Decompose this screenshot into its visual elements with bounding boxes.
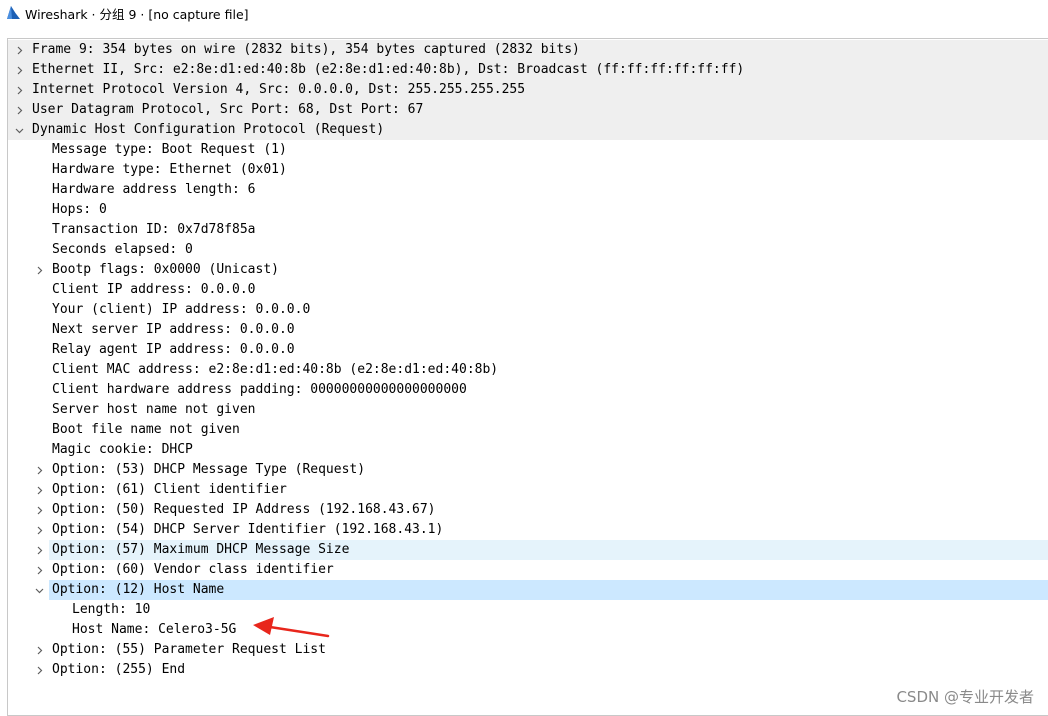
tree-item[interactable]: Client IP address: 0.0.0.0 <box>8 280 1048 300</box>
chevron-right-icon[interactable] <box>13 80 25 100</box>
chevron-right-icon[interactable] <box>33 660 45 680</box>
tree-item-label: Client MAC address: e2:8e:d1:ed:40:8b (e… <box>52 362 499 377</box>
tree-item[interactable]: Client MAC address: e2:8e:d1:ed:40:8b (e… <box>8 360 1048 380</box>
tree-item[interactable]: Client hardware address padding: 0000000… <box>8 380 1048 400</box>
window-title: Wireshark · 分组 9 · [no capture file] <box>25 7 249 22</box>
tree-item[interactable]: Dynamic Host Configuration Protocol (Req… <box>8 120 1048 140</box>
chevron-right-icon[interactable] <box>33 640 45 660</box>
tree-item[interactable]: Host Name: Celero3-5G <box>8 620 1048 640</box>
tree-item[interactable]: Option: (50) Requested IP Address (192.1… <box>8 500 1048 520</box>
chevron-right-icon[interactable] <box>33 540 45 560</box>
tree-item[interactable]: Option: (53) DHCP Message Type (Request) <box>8 460 1048 480</box>
tree-item[interactable]: Option: (255) End <box>8 660 1048 680</box>
chevron-right-icon[interactable] <box>13 40 25 60</box>
chevron-right-icon[interactable] <box>33 480 45 500</box>
chevron-right-icon[interactable] <box>33 460 45 480</box>
tree-item-label: Boot file name not given <box>52 422 240 437</box>
tree-item[interactable]: Option: (61) Client identifier <box>8 480 1048 500</box>
tree-item-label: Hardware address length: 6 <box>52 182 256 197</box>
chevron-right-icon[interactable] <box>13 60 25 80</box>
tree-item-label: Magic cookie: DHCP <box>52 442 193 457</box>
tree-item[interactable]: Transaction ID: 0x7d78f85a <box>8 220 1048 240</box>
chevron-right-icon[interactable] <box>33 500 45 520</box>
tree-item-label: Option: (54) DHCP Server Identifier (192… <box>52 522 444 537</box>
packet-details-pane[interactable]: Frame 9: 354 bytes on wire (2832 bits), … <box>7 38 1048 716</box>
tree-item-label: Client hardware address padding: 0000000… <box>52 382 467 397</box>
tree-item[interactable]: User Datagram Protocol, Src Port: 68, Ds… <box>8 100 1048 120</box>
tree-item[interactable]: Option: (60) Vendor class identifier <box>8 560 1048 580</box>
tree-item-label: Option: (50) Requested IP Address (192.1… <box>52 502 436 517</box>
tree-item-label: Hops: 0 <box>52 202 107 217</box>
tree-item[interactable]: Next server IP address: 0.0.0.0 <box>8 320 1048 340</box>
tree-item-label: Length: 10 <box>72 602 151 617</box>
tree-item-label: User Datagram Protocol, Src Port: 68, Ds… <box>32 102 424 117</box>
chevron-right-icon[interactable] <box>13 100 25 120</box>
tree-item-label: Seconds elapsed: 0 <box>52 242 193 257</box>
tree-item[interactable]: Option: (57) Maximum DHCP Message Size <box>8 540 1048 560</box>
tree-item-label: Host Name: Celero3-5G <box>72 622 237 637</box>
tree-item-label: Internet Protocol Version 4, Src: 0.0.0.… <box>32 82 526 97</box>
tree-item[interactable]: Hops: 0 <box>8 200 1048 220</box>
tree-item[interactable]: Magic cookie: DHCP <box>8 440 1048 460</box>
tree-item[interactable]: Hardware address length: 6 <box>8 180 1048 200</box>
tree-item[interactable]: Option: (54) DHCP Server Identifier (192… <box>8 520 1048 540</box>
tree-item-label: Message type: Boot Request (1) <box>52 142 287 157</box>
chevron-right-icon[interactable] <box>33 520 45 540</box>
tree-item[interactable]: Server host name not given <box>8 400 1048 420</box>
tree-item-label: Server host name not given <box>52 402 256 417</box>
tree-item[interactable]: Message type: Boot Request (1) <box>8 140 1048 160</box>
tree-item-label: Bootp flags: 0x0000 (Unicast) <box>52 262 279 277</box>
tree-item-label: Next server IP address: 0.0.0.0 <box>52 322 295 337</box>
packet-details-tree: Frame 9: 354 bytes on wire (2832 bits), … <box>8 40 1048 680</box>
tree-item-label: Hardware type: Ethernet (0x01) <box>52 162 287 177</box>
watermark: CSDN @专业开发者 <box>896 688 1034 706</box>
wireshark-fin-icon <box>7 6 20 19</box>
tree-item[interactable]: Option: (55) Parameter Request List <box>8 640 1048 660</box>
tree-item[interactable]: Bootp flags: 0x0000 (Unicast) <box>8 260 1048 280</box>
tree-item[interactable]: Frame 9: 354 bytes on wire (2832 bits), … <box>8 40 1048 60</box>
tree-item-label: Frame 9: 354 bytes on wire (2832 bits), … <box>32 42 580 57</box>
tree-item-label: Option: (60) Vendor class identifier <box>52 562 334 577</box>
tree-item[interactable]: Your (client) IP address: 0.0.0.0 <box>8 300 1048 320</box>
tree-item-label: Option: (12) Host Name <box>52 582 225 597</box>
tree-item[interactable]: Ethernet II, Src: e2:8e:d1:ed:40:8b (e2:… <box>8 60 1048 80</box>
tree-item-label: Option: (55) Parameter Request List <box>52 642 326 657</box>
chevron-right-icon[interactable] <box>33 560 45 580</box>
tree-item-label: Option: (57) Maximum DHCP Message Size <box>52 542 350 557</box>
tree-item-label: Your (client) IP address: 0.0.0.0 <box>52 302 311 317</box>
tree-item[interactable]: Length: 10 <box>8 600 1048 620</box>
tree-item[interactable]: Seconds elapsed: 0 <box>8 240 1048 260</box>
tree-item[interactable]: Relay agent IP address: 0.0.0.0 <box>8 340 1048 360</box>
chevron-right-icon[interactable] <box>33 260 45 280</box>
tree-item-label: Dynamic Host Configuration Protocol (Req… <box>32 122 385 137</box>
chevron-down-icon[interactable] <box>13 120 25 140</box>
tree-item-label: Relay agent IP address: 0.0.0.0 <box>52 342 295 357</box>
tree-item-label: Transaction ID: 0x7d78f85a <box>52 222 256 237</box>
title-bar: Wireshark · 分组 9 · [no capture file] <box>0 0 1048 25</box>
tree-item[interactable]: Boot file name not given <box>8 420 1048 440</box>
chevron-down-icon[interactable] <box>33 580 45 600</box>
tree-item-label: Option: (61) Client identifier <box>52 482 287 497</box>
tree-item-label: Option: (53) DHCP Message Type (Request) <box>52 462 366 477</box>
tree-item-label: Option: (255) End <box>52 662 186 677</box>
tree-item-label: Ethernet II, Src: e2:8e:d1:ed:40:8b (e2:… <box>32 62 745 77</box>
tree-item[interactable]: Hardware type: Ethernet (0x01) <box>8 160 1048 180</box>
tree-item-label: Client IP address: 0.0.0.0 <box>52 282 256 297</box>
tree-item[interactable]: Option: (12) Host Name <box>8 580 1048 600</box>
tree-item[interactable]: Internet Protocol Version 4, Src: 0.0.0.… <box>8 80 1048 100</box>
